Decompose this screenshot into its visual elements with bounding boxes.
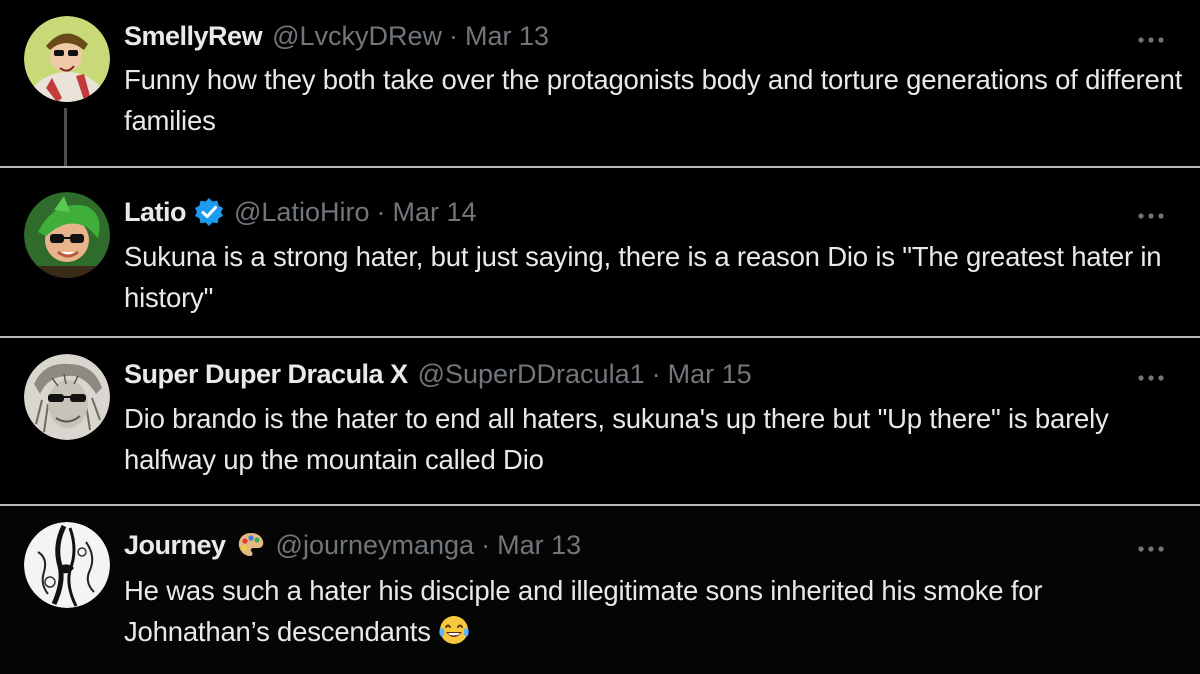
separator-dot: · <box>376 196 386 227</box>
tweet-latio[interactable]: Latio @LatioHiro · Mar 14 Sukuna is a st… <box>0 168 1200 336</box>
avatar[interactable] <box>24 16 110 102</box>
artist-palette-icon <box>236 530 266 560</box>
tweet-text: Dio brando is the hater to end all hater… <box>124 403 1109 475</box>
tweet-header: SmellyRew @LvckyDRew · Mar 13 <box>124 19 549 53</box>
separator-dot: · <box>481 529 491 560</box>
avatar[interactable] <box>24 522 110 608</box>
more-options-icon[interactable] <box>1136 210 1166 222</box>
tweet-smellyrew[interactable]: SmellyRew @LvckyDRew · Mar 13 Funny how … <box>0 0 1200 166</box>
display-name[interactable]: SmellyRew <box>124 21 263 52</box>
tweet-header: Journey @journeymanga · Mar 13 <box>124 528 581 562</box>
avatar[interactable] <box>24 192 110 278</box>
tweet-date[interactable]: Mar 13 <box>465 21 549 52</box>
tweet-text: He was such a hater his disciple and ill… <box>124 575 1043 647</box>
tweet-date[interactable]: Mar 14 <box>392 197 476 228</box>
tweet-text: Funny how they both take over the protag… <box>124 64 1183 136</box>
tweet-header: Latio @LatioHiro · Mar 14 <box>124 195 477 229</box>
user-handle[interactable]: @LvckyDRew <box>272 21 442 52</box>
verified-badge-icon <box>194 197 224 227</box>
separator-dot: · <box>651 358 661 389</box>
more-options-icon[interactable] <box>1136 543 1166 555</box>
tweet-date[interactable]: Mar 15 <box>668 359 752 390</box>
ink-drawing-avatar-icon <box>24 522 110 608</box>
user-handle[interactable]: @LatioHiro <box>234 197 369 228</box>
tweet-superduperdracula[interactable]: Super Duper Dracula X @SuperDDracula1 · … <box>0 338 1200 504</box>
tweet-journey[interactable]: Journey @journeymanga · Mar 13 He was su… <box>0 506 1200 674</box>
tweet-header: Super Duper Dracula X @SuperDDracula1 · … <box>124 357 752 391</box>
user-handle[interactable]: @journeymanga <box>276 530 475 561</box>
display-name[interactable]: Super Duper Dracula X <box>124 359 408 390</box>
green-haired-character-avatar-icon <box>24 192 110 278</box>
tears-of-joy-emoji-icon <box>437 613 471 647</box>
anime-character-avatar-icon <box>24 16 110 102</box>
avatar[interactable] <box>24 354 110 440</box>
more-options-icon[interactable] <box>1136 372 1166 384</box>
tweet-date[interactable]: Mar 13 <box>497 530 581 561</box>
more-options-icon[interactable] <box>1136 34 1166 46</box>
separator-dot: · <box>449 20 459 51</box>
tweet-text: Sukuna is a strong hater, but just sayin… <box>124 241 1162 313</box>
display-name[interactable]: Latio <box>124 197 187 228</box>
user-handle[interactable]: @SuperDDracula1 <box>418 359 645 390</box>
display-name[interactable]: Journey <box>124 530 226 561</box>
reply-feed: SmellyRew @LvckyDRew · Mar 13 Funny how … <box>0 0 1200 674</box>
tweet-text-container: He was such a hater his disciple and ill… <box>124 570 1184 652</box>
thread-connector-line <box>64 108 67 166</box>
sunglasses-sketch-avatar-icon <box>24 354 110 440</box>
